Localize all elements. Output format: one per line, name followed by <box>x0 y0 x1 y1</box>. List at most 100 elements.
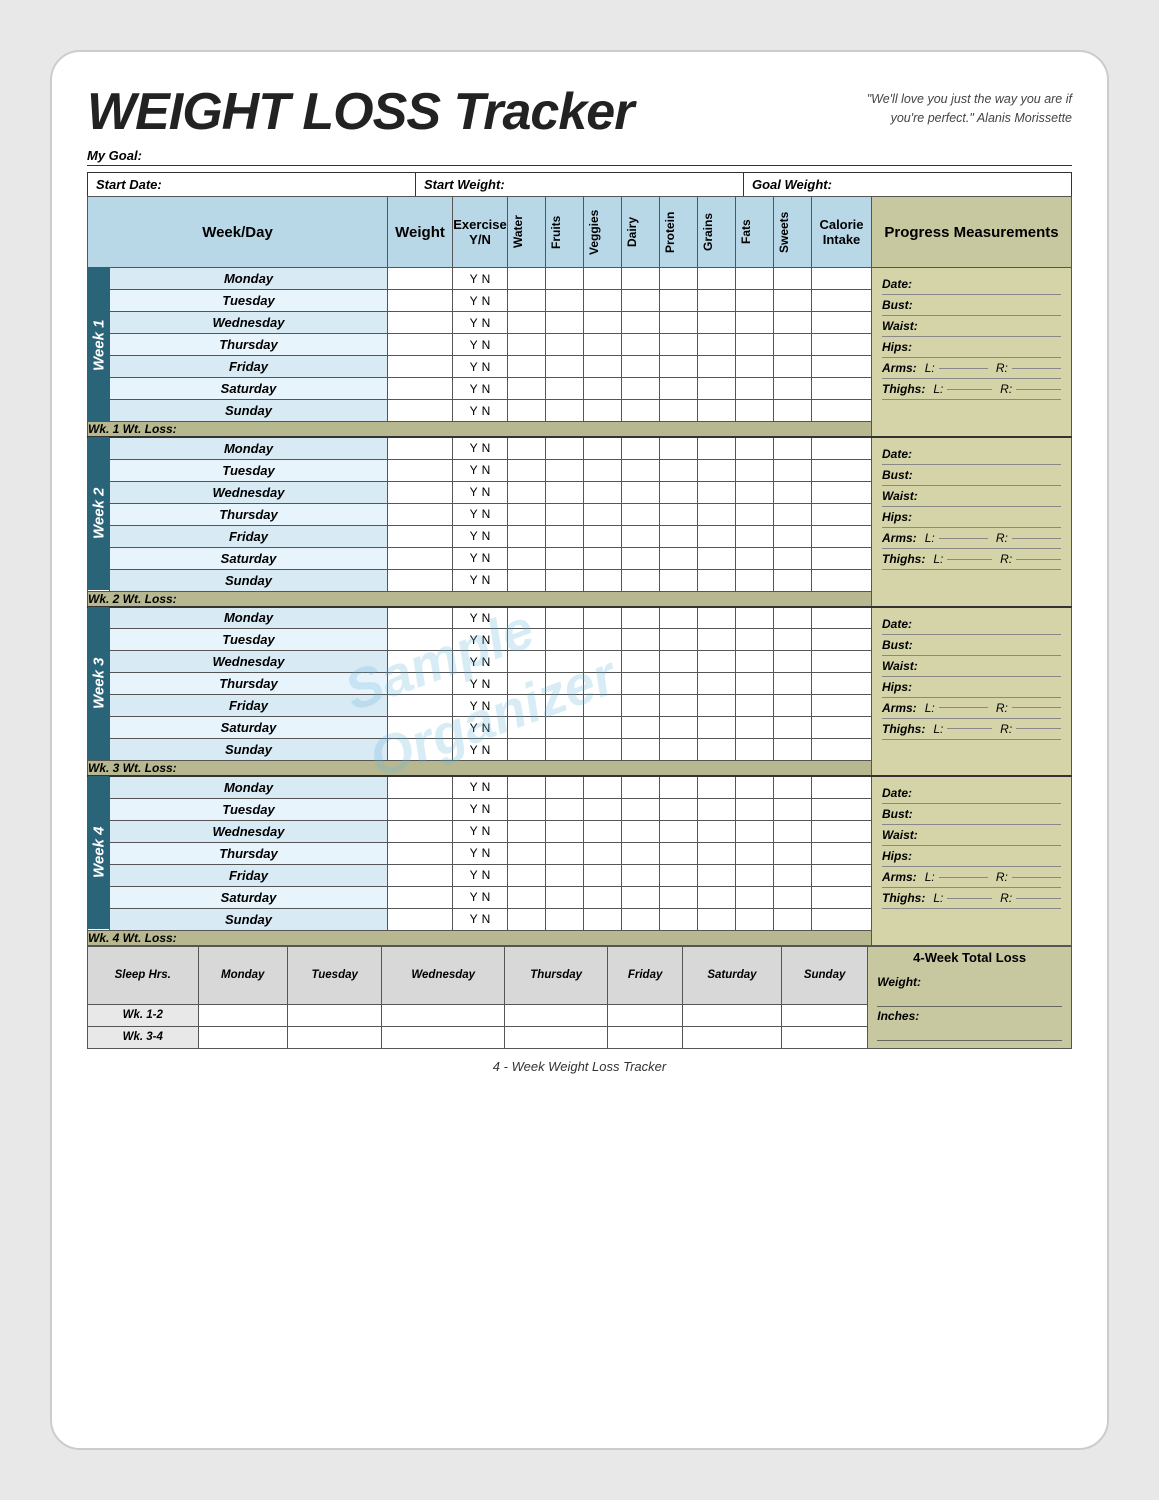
food-1-3-1[interactable] <box>546 312 584 334</box>
food-2-1-1[interactable] <box>546 437 584 459</box>
food-1-7-3[interactable] <box>622 400 660 422</box>
food-3-5-7[interactable] <box>774 695 812 717</box>
food-1-3-6[interactable] <box>736 312 774 334</box>
food-4-7-2[interactable] <box>584 908 622 930</box>
food-3-1-1[interactable] <box>546 607 584 629</box>
calorie-3-3[interactable] <box>812 651 872 673</box>
food-4-1-5[interactable] <box>698 776 736 798</box>
food-1-6-6[interactable] <box>736 378 774 400</box>
food-4-3-3[interactable] <box>622 820 660 842</box>
weight-2-5[interactable] <box>388 525 453 547</box>
food-1-2-0[interactable] <box>508 290 546 312</box>
food-2-5-4[interactable] <box>660 525 698 547</box>
food-3-6-4[interactable] <box>660 717 698 739</box>
food-2-6-7[interactable] <box>774 547 812 569</box>
food-1-6-1[interactable] <box>546 378 584 400</box>
food-3-7-3[interactable] <box>622 739 660 761</box>
food-4-7-6[interactable] <box>736 908 774 930</box>
food-2-1-6[interactable] <box>736 437 774 459</box>
food-4-5-6[interactable] <box>736 864 774 886</box>
food-2-2-1[interactable] <box>546 459 584 481</box>
food-1-1-5[interactable] <box>698 268 736 290</box>
sleep-wk34-fri[interactable] <box>608 1026 683 1048</box>
food-3-6-7[interactable] <box>774 717 812 739</box>
food-2-7-5[interactable] <box>698 569 736 591</box>
food-2-4-7[interactable] <box>774 503 812 525</box>
food-4-3-2[interactable] <box>584 820 622 842</box>
food-2-3-6[interactable] <box>736 481 774 503</box>
sleep-wk12-wed[interactable] <box>382 1004 505 1026</box>
sleep-wk12-tue[interactable] <box>287 1004 381 1026</box>
food-1-4-3[interactable] <box>622 334 660 356</box>
food-3-6-0[interactable] <box>508 717 546 739</box>
food-3-3-7[interactable] <box>774 651 812 673</box>
food-1-1-7[interactable] <box>774 268 812 290</box>
food-3-2-7[interactable] <box>774 629 812 651</box>
calorie-4-7[interactable] <box>812 908 872 930</box>
weight-3-2[interactable] <box>388 629 453 651</box>
food-3-4-7[interactable] <box>774 673 812 695</box>
food-4-7-1[interactable] <box>546 908 584 930</box>
weight-3-1[interactable] <box>388 607 453 629</box>
calorie-2-1[interactable] <box>812 437 872 459</box>
food-2-1-5[interactable] <box>698 437 736 459</box>
food-1-5-4[interactable] <box>660 356 698 378</box>
food-1-4-4[interactable] <box>660 334 698 356</box>
calorie-2-5[interactable] <box>812 525 872 547</box>
calorie-4-4[interactable] <box>812 842 872 864</box>
food-4-5-5[interactable] <box>698 864 736 886</box>
food-4-2-2[interactable] <box>584 798 622 820</box>
food-1-4-5[interactable] <box>698 334 736 356</box>
food-4-3-4[interactable] <box>660 820 698 842</box>
weight-2-6[interactable] <box>388 547 453 569</box>
food-3-7-1[interactable] <box>546 739 584 761</box>
food-2-3-1[interactable] <box>546 481 584 503</box>
food-4-4-0[interactable] <box>508 842 546 864</box>
weight-1-4[interactable] <box>388 334 453 356</box>
food-1-6-5[interactable] <box>698 378 736 400</box>
food-1-7-6[interactable] <box>736 400 774 422</box>
food-2-3-0[interactable] <box>508 481 546 503</box>
food-4-3-5[interactable] <box>698 820 736 842</box>
food-3-6-3[interactable] <box>622 717 660 739</box>
sleep-wk34-tue[interactable] <box>287 1026 381 1048</box>
food-1-1-4[interactable] <box>660 268 698 290</box>
food-4-5-2[interactable] <box>584 864 622 886</box>
calorie-1-3[interactable] <box>812 312 872 334</box>
calorie-1-1[interactable] <box>812 268 872 290</box>
food-1-4-1[interactable] <box>546 334 584 356</box>
food-1-7-7[interactable] <box>774 400 812 422</box>
food-4-6-7[interactable] <box>774 886 812 908</box>
food-1-5-1[interactable] <box>546 356 584 378</box>
weight-1-3[interactable] <box>388 312 453 334</box>
food-2-3-5[interactable] <box>698 481 736 503</box>
food-1-7-2[interactable] <box>584 400 622 422</box>
food-2-5-3[interactable] <box>622 525 660 547</box>
food-4-7-0[interactable] <box>508 908 546 930</box>
food-4-7-3[interactable] <box>622 908 660 930</box>
food-3-5-2[interactable] <box>584 695 622 717</box>
food-2-1-0[interactable] <box>508 437 546 459</box>
food-1-1-2[interactable] <box>584 268 622 290</box>
food-2-7-1[interactable] <box>546 569 584 591</box>
weight-1-2[interactable] <box>388 290 453 312</box>
food-3-2-3[interactable] <box>622 629 660 651</box>
food-3-4-6[interactable] <box>736 673 774 695</box>
calorie-3-7[interactable] <box>812 739 872 761</box>
sleep-wk34-sat[interactable] <box>683 1026 782 1048</box>
sleep-wk12-sun[interactable] <box>781 1004 867 1026</box>
food-2-5-0[interactable] <box>508 525 546 547</box>
food-3-5-5[interactable] <box>698 695 736 717</box>
food-4-2-7[interactable] <box>774 798 812 820</box>
calorie-2-3[interactable] <box>812 481 872 503</box>
food-2-2-3[interactable] <box>622 459 660 481</box>
food-1-3-5[interactable] <box>698 312 736 334</box>
weight-1-5[interactable] <box>388 356 453 378</box>
food-4-4-4[interactable] <box>660 842 698 864</box>
food-3-3-3[interactable] <box>622 651 660 673</box>
weight-4-5[interactable] <box>388 864 453 886</box>
food-4-2-5[interactable] <box>698 798 736 820</box>
weight-4-1[interactable] <box>388 776 453 798</box>
food-1-1-1[interactable] <box>546 268 584 290</box>
food-3-4-1[interactable] <box>546 673 584 695</box>
